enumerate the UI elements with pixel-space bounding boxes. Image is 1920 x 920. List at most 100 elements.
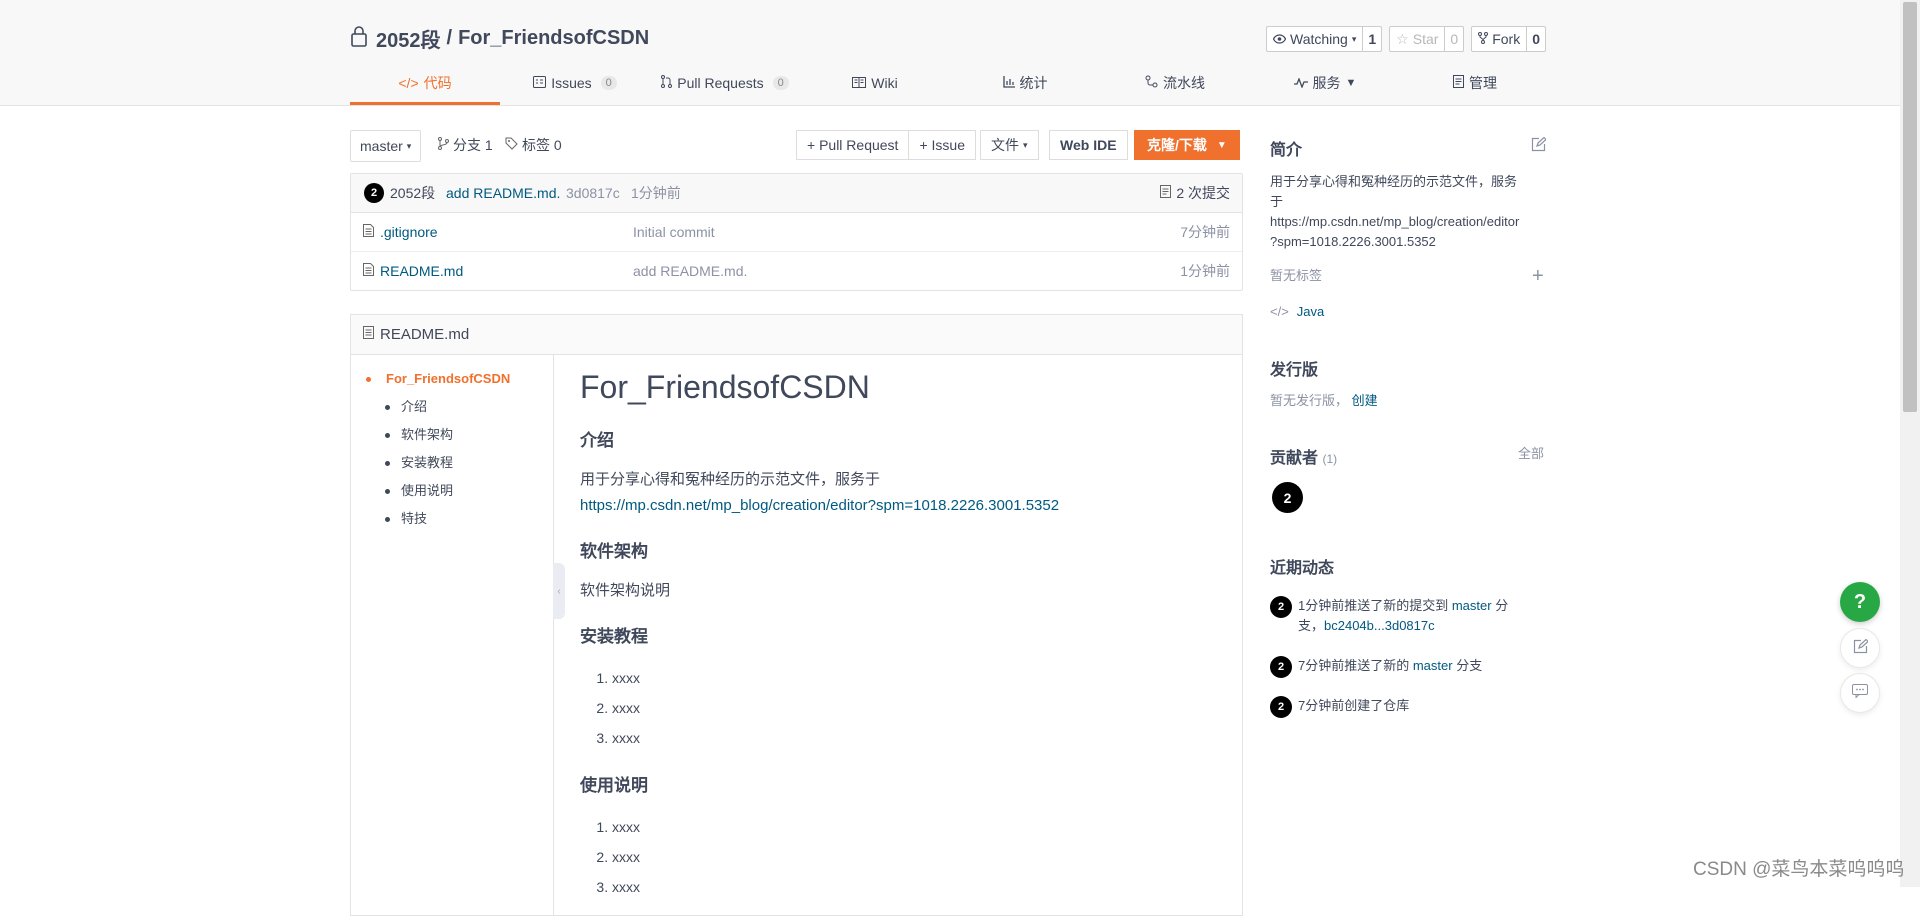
file-row[interactable]: .gitignore Initial commit 7分钟前: [351, 213, 1242, 251]
tab-pull-requests[interactable]: Pull Requests 0: [650, 64, 800, 105]
lock-icon: [350, 25, 368, 53]
toc-item[interactable]: 软件架构: [351, 421, 553, 449]
star-count[interactable]: 0: [1445, 27, 1463, 51]
tab-label: 流水线: [1163, 75, 1205, 91]
file-link[interactable]: .gitignore: [363, 224, 438, 240]
pipeline-icon: [1145, 75, 1158, 91]
compare-link[interactable]: bc2404b...3d0817c: [1324, 618, 1435, 633]
latest-commit-row: 2 2052段 add README.md. 3d0817c 1分钟前 2 次提…: [351, 174, 1242, 213]
avatar[interactable]: 2: [1270, 696, 1292, 718]
list-item: xxxx: [612, 663, 1220, 693]
clone-label: 克隆/下载: [1147, 137, 1207, 153]
file-row[interactable]: README.md add README.md. 1分钟前: [351, 251, 1242, 290]
readme-title: For_FriendsofCSDN: [580, 369, 870, 405]
avatar[interactable]: 2: [1270, 596, 1292, 618]
star-button[interactable]: ☆ Star 0: [1389, 26, 1465, 52]
repo-owner-link[interactable]: 2052段: [376, 24, 441, 53]
tab-stats[interactable]: 统计: [950, 64, 1100, 105]
file-time: 1分钟前: [1180, 263, 1230, 279]
tab-service[interactable]: 服务 ▼: [1250, 64, 1400, 105]
new-pull-request-button[interactable]: + Pull Request: [796, 130, 910, 160]
toc-item[interactable]: 介绍: [351, 393, 553, 421]
commits-count-link[interactable]: 2 次提交: [1160, 183, 1230, 203]
file-commit-message[interactable]: Initial commit: [633, 224, 715, 240]
file-icon: [363, 263, 374, 279]
contributor-avatar[interactable]: 2: [1272, 482, 1303, 513]
create-release-link[interactable]: 创建: [1352, 393, 1378, 408]
repo-name-link[interactable]: For_FriendsofCSDN: [458, 27, 649, 50]
file-link[interactable]: README.md: [363, 263, 463, 279]
avatar[interactable]: 2: [1270, 656, 1292, 678]
help-button[interactable]: ?: [1840, 582, 1880, 622]
file-name: README.md: [380, 263, 464, 279]
commit-author[interactable]: 2052段: [390, 183, 435, 203]
usage-list: xxxx xxxx xxxx: [580, 812, 1220, 902]
tab-manage[interactable]: 管理: [1400, 64, 1550, 105]
activity-text: 7分钟前推送了新的 master 分支: [1298, 656, 1482, 676]
fork-count[interactable]: 0: [1527, 27, 1545, 51]
activity-text-part: 分支: [1452, 658, 1483, 673]
no-tags-label: 暂无标签: [1270, 268, 1323, 283]
toc-item[interactable]: 使用说明: [351, 477, 553, 505]
contributors-title: 贡献者 (1): [1270, 444, 1337, 468]
file-table: 2 2052段 add README.md. 3d0817c 1分钟前 2 次提…: [350, 173, 1243, 291]
scrollbar-thumb[interactable]: [1903, 2, 1917, 412]
all-contributors-link[interactable]: 全部: [1518, 444, 1544, 464]
branch-select[interactable]: master ▾: [350, 130, 422, 162]
chart-icon: [1002, 75, 1015, 91]
feedback-button[interactable]: [1840, 628, 1880, 668]
tags-link[interactable]: 标签 0: [505, 130, 562, 160]
service-icon: [1293, 75, 1308, 91]
add-tag-plus-icon[interactable]: +: [1532, 266, 1544, 286]
tab-issues[interactable]: Issues 0: [500, 64, 650, 105]
tab-wiki[interactable]: Wiki: [800, 64, 950, 105]
readme-panel: README.md For_FriendsofCSDN 介绍 软件架构 安装教程…: [350, 314, 1243, 916]
eye-icon: [1272, 31, 1287, 47]
commits-count: 2 次提交: [1176, 185, 1230, 201]
tab-label: 管理: [1469, 75, 1497, 91]
readme-content: For_FriendsofCSDN 介绍 用于分享心得和冤种经历的示范文件，服务…: [580, 355, 1220, 920]
section-heading-install: 安装教程: [580, 627, 648, 646]
star-label: Star: [1412, 31, 1439, 47]
language-link[interactable]: Java: [1297, 302, 1324, 322]
branch-link[interactable]: master: [1413, 658, 1453, 673]
comment-button[interactable]: [1840, 673, 1880, 713]
watching-count[interactable]: 1: [1363, 27, 1381, 51]
tab-label: 代码: [423, 75, 452, 91]
description-line: 用于分享心得和冤种经历的示范文件，服务: [1270, 174, 1518, 189]
avatar[interactable]: 2: [364, 183, 384, 203]
toc-item[interactable]: 特技: [351, 505, 553, 533]
web-ide-button[interactable]: Web IDE: [1049, 130, 1128, 160]
toc-item[interactable]: 安装教程: [351, 449, 553, 477]
watching-button[interactable]: Watching ▾ 1: [1266, 26, 1383, 52]
toc-collapse-handle[interactable]: ‹: [553, 563, 565, 619]
edit-icon[interactable]: [1531, 136, 1547, 156]
code-icon: </>: [1270, 304, 1289, 319]
commit-time: 1分钟前: [631, 185, 681, 201]
commit-hash[interactable]: 3d0817c: [566, 185, 620, 201]
file-menu-button[interactable]: 文件 ▾: [980, 130, 1039, 160]
file-commit-message[interactable]: add README.md.: [633, 263, 747, 279]
commit-message[interactable]: add README.md.: [446, 185, 560, 201]
tab-code[interactable]: </> 代码: [350, 64, 500, 105]
csdn-watermark: CSDN @菜鸟本菜呜呜呜: [1693, 859, 1905, 880]
file-icon: [363, 224, 374, 240]
readme-filename: README.md: [380, 326, 470, 343]
readme-header: README.md: [351, 315, 1242, 355]
clone-download-button[interactable]: 克隆/下载 ▼: [1134, 130, 1240, 160]
page-scrollbar[interactable]: [1900, 0, 1920, 887]
toc-item-title[interactable]: For_FriendsofCSDN: [351, 365, 553, 393]
install-list: xxxx xxxx xxxx: [580, 663, 1220, 753]
new-issue-button[interactable]: + Issue: [909, 130, 976, 160]
fork-button[interactable]: Fork 0: [1471, 26, 1547, 52]
list-item: xxxx: [612, 812, 1220, 842]
activity-item: 2 1分钟前推送了新的提交到 master 分 支，bc2404b...3d08…: [1270, 596, 1540, 636]
caret-down-icon: ▼: [1216, 139, 1227, 151]
branch-link[interactable]: master: [1452, 598, 1492, 613]
tab-pipeline[interactable]: 流水线: [1100, 64, 1250, 105]
branches-link[interactable]: 分支 1: [438, 130, 493, 160]
readme-toc: For_FriendsofCSDN 介绍 软件架构 安装教程 使用说明 特技: [351, 355, 554, 915]
intro-link[interactable]: https://mp.csdn.net/mp_blog/creation/edi…: [580, 497, 1059, 514]
caret-down-icon: ▼: [1345, 77, 1357, 89]
branches-label: 分支 1: [453, 137, 493, 153]
